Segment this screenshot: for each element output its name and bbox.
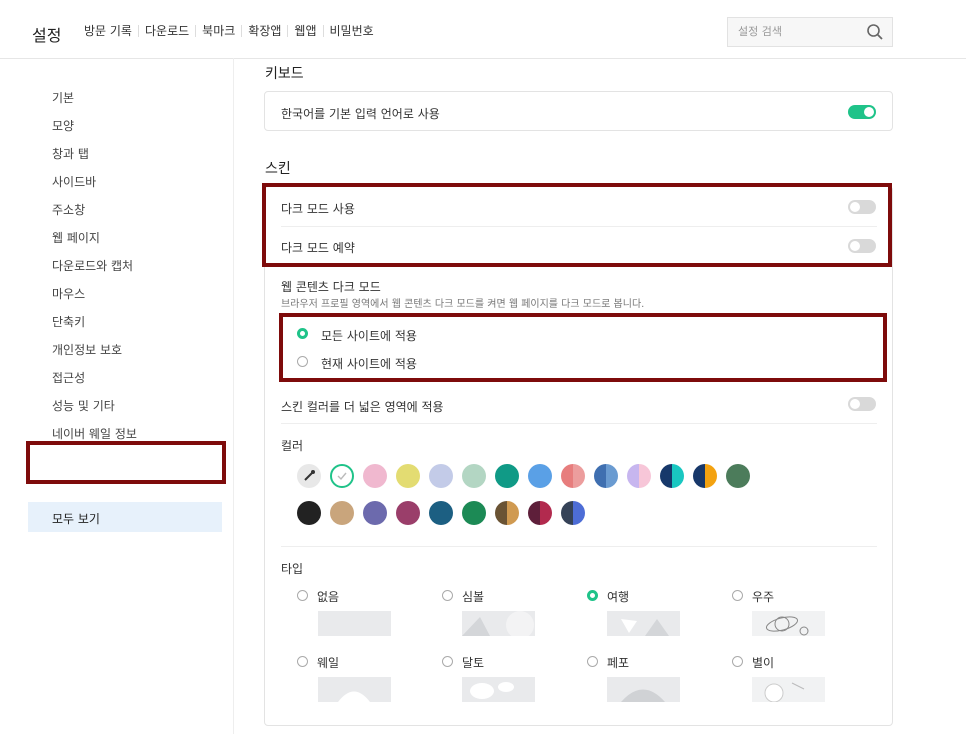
web-dark-description: 브라우저 프로필 영역에서 웹 콘텐츠 다크 모드를 켜면 웹 페이지를 다크 … [281, 299, 645, 310]
color-swatch[interactable] [429, 501, 453, 525]
color-swatch[interactable] [528, 464, 552, 488]
keyboard-toggle[interactable] [848, 105, 876, 119]
pepo-character-icon [621, 689, 665, 702]
dalto-character-icon [470, 682, 514, 699]
divider [281, 423, 877, 424]
type-thumbnail[interactable] [318, 677, 391, 702]
sidebar-item-sidebar[interactable]: 사이드바 [52, 173, 96, 190]
type-radio[interactable] [732, 590, 743, 601]
color-swatch-selected[interactable] [330, 464, 354, 488]
color-swatch[interactable] [627, 464, 651, 488]
search-icon[interactable] [866, 23, 884, 41]
page-title: 설정 [32, 26, 62, 45]
wide-color-toggle[interactable] [848, 397, 876, 411]
whale-character-icon [338, 691, 370, 702]
color-swatch[interactable] [594, 464, 618, 488]
sidebar-item-privacy[interactable]: 개인정보 보호 [52, 341, 122, 358]
color-swatch[interactable] [726, 464, 750, 488]
type-thumbnail[interactable] [752, 677, 825, 703]
type-radio[interactable] [442, 590, 453, 601]
color-swatch[interactable] [396, 501, 420, 525]
nav-bookmarks[interactable]: 북마크 [195, 25, 241, 37]
sidebar-item-shortcuts[interactable]: 단축키 [52, 313, 85, 330]
sidebar-item-appearance[interactable]: 모양 [52, 117, 74, 134]
web-dark-title: 웹 콘텐츠 다크 모드 [281, 280, 381, 294]
top-bar: 설정 방문 기록 다운로드 북마크 확장앱 웹앱 비밀번호 [0, 0, 966, 59]
byeoli-character-icon [764, 682, 805, 703]
divider [281, 546, 877, 547]
color-swatch[interactable] [363, 501, 387, 525]
color-swatch[interactable] [561, 501, 585, 525]
planet-icon [765, 616, 809, 636]
type-name: 우주 [752, 590, 775, 604]
nav-webapps[interactable]: 웹앱 [287, 25, 322, 37]
type-thumbnail[interactable] [462, 611, 535, 639]
type-radio[interactable] [732, 656, 743, 667]
type-name: 별이 [752, 656, 775, 670]
nav-extensions[interactable]: 확장앱 [241, 25, 287, 37]
type-thumbnail[interactable] [607, 611, 680, 636]
eyedropper-icon[interactable] [297, 464, 321, 488]
nav-passwords[interactable]: 비밀번호 [322, 25, 380, 37]
color-swatch[interactable] [429, 464, 453, 488]
symbol-shape-icon [462, 611, 534, 639]
type-name: 페포 [607, 656, 630, 670]
color-swatch[interactable] [462, 464, 486, 488]
type-name: 웨일 [317, 656, 340, 670]
color-swatch[interactable] [462, 501, 486, 525]
nav-downloads[interactable]: 다운로드 [137, 25, 195, 37]
type-radio[interactable] [297, 590, 308, 601]
type-name: 심볼 [462, 590, 485, 604]
sidebar-item-address-bar[interactable]: 주소창 [52, 201, 85, 218]
sidebar-item-mouse[interactable]: 마우스 [52, 285, 85, 302]
type-thumbnail[interactable] [752, 611, 825, 636]
search-input[interactable] [738, 25, 858, 38]
sidebar-item-web-page[interactable]: 웹 페이지 [52, 229, 100, 246]
type-name: 없음 [317, 590, 340, 604]
highlight-box-dark-mode [262, 183, 892, 267]
type-radio[interactable] [442, 656, 453, 667]
sidebar-item-about[interactable]: 네이버 웨일 정보 [52, 425, 137, 442]
color-swatch[interactable] [528, 501, 552, 525]
sidebar-item-accessibility[interactable]: 접근성 [52, 369, 85, 386]
color-swatch[interactable] [363, 464, 387, 488]
color-label: 컬러 [281, 439, 304, 453]
highlight-box-web-dark [279, 313, 887, 382]
skin-card [264, 186, 893, 726]
search-box[interactable] [727, 17, 893, 47]
keyboard-section-title: 키보드 [265, 66, 304, 82]
color-swatch[interactable] [693, 464, 717, 488]
type-thumbnail[interactable] [607, 677, 680, 702]
type-thumbnail[interactable] [462, 677, 535, 702]
type-radio[interactable] [587, 656, 598, 667]
sidebar: 기본 모양 창과 탭 사이드바 주소창 웹 페이지 다운로드와 캡처 마우스 단… [0, 58, 234, 734]
top-nav: 방문 기록 다운로드 북마크 확장앱 웹앱 비밀번호 [84, 25, 380, 37]
color-swatch[interactable] [495, 464, 519, 488]
type-thumbnail[interactable] [318, 611, 391, 636]
sidebar-item-windows-tabs[interactable]: 창과 탭 [52, 145, 89, 162]
type-radio[interactable] [587, 590, 598, 601]
type-radio[interactable] [297, 656, 308, 667]
color-swatch[interactable] [396, 464, 420, 488]
sidebar-item-label: 모두 보기 [52, 512, 100, 526]
color-swatch[interactable] [660, 464, 684, 488]
wide-color-label: 스킨 컬러를 더 넓은 영역에 적용 [281, 400, 444, 414]
sidebar-item-performance[interactable]: 성능 및 기타 [52, 397, 115, 414]
type-name: 여행 [607, 590, 630, 604]
travel-shape-icon [621, 619, 669, 636]
sidebar-item-view-all[interactable]: 모두 보기 [28, 502, 222, 532]
skin-section-title: 스킨 [265, 161, 291, 177]
type-label: 타입 [281, 562, 304, 576]
sidebar-item-download-capture[interactable]: 다운로드와 캡처 [52, 257, 133, 274]
keyboard-card: 한국어를 기본 입력 언어로 사용 [264, 91, 893, 131]
color-swatch[interactable] [297, 501, 321, 525]
nav-history[interactable]: 방문 기록 [84, 25, 138, 37]
color-swatch[interactable] [561, 464, 585, 488]
type-name: 달토 [462, 656, 485, 670]
keyboard-option-label: 한국어를 기본 입력 언어로 사용 [281, 107, 440, 121]
color-swatch[interactable] [495, 501, 519, 525]
sidebar-item-basic[interactable]: 기본 [52, 89, 74, 106]
highlight-box-sidebar [26, 441, 226, 484]
color-swatch[interactable] [330, 501, 354, 525]
